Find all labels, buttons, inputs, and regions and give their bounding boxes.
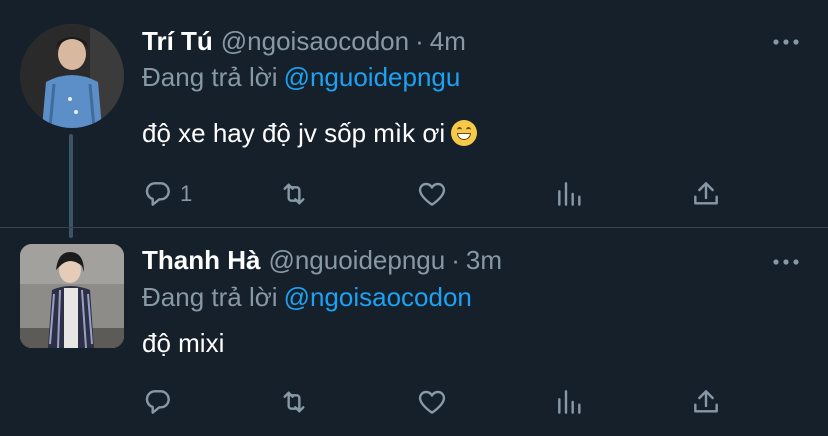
retweet-icon (283, 391, 305, 413)
retweet-button[interactable] (278, 382, 310, 422)
replying-to-label: Đang trả lời (142, 282, 278, 312)
bar-chart-icon (558, 182, 581, 206)
separator-dot: · (451, 245, 460, 275)
bar-chart-icon (558, 390, 581, 414)
tweet-text-content: độ mixi (142, 328, 225, 358)
share-button[interactable] (690, 174, 722, 214)
reply-icon (145, 390, 170, 414)
analytics-button[interactable] (554, 382, 586, 422)
replying-to-label: Đang trả lời (142, 62, 278, 92)
like-button[interactable] (416, 382, 448, 422)
avatar[interactable] (20, 24, 124, 128)
share-icon (694, 182, 718, 205)
heart-icon (418, 390, 446, 414)
mention-link[interactable]: @nguoidepngu (284, 62, 461, 92)
display-name[interactable]: Trí Tú (142, 26, 213, 56)
tweet-header: Trí Tú @ngoisaocodon · 4m (142, 25, 466, 57)
tweet[interactable]: Trí Tú @ngoisaocodon · 4m Đang trả lời @nguo… (0, 0, 828, 228)
replying-to: Đang trả lời @nguoidepngu (142, 61, 460, 93)
retweet-icon (283, 183, 305, 205)
tweet-text: độ xe hay độ jv sốp mìk ơi (142, 116, 478, 150)
tweet-header: Thanh Hà @nguoidepngu · 3m (142, 244, 502, 276)
tweet-text: độ mixi (142, 326, 224, 360)
share-icon (694, 390, 718, 413)
avatar-photo (20, 244, 124, 348)
avatar[interactable] (20, 244, 124, 348)
reply-button[interactable] (142, 382, 180, 422)
grinning-face-emoji (451, 120, 478, 146)
action-bar (0, 382, 828, 422)
tweet-text-content: độ xe hay độ jv sốp mìk ơi (142, 118, 446, 148)
reply-count: 1 (180, 181, 193, 206)
more-dots-icon[interactable] (772, 257, 800, 267)
like-button[interactable] (416, 174, 448, 214)
tweet[interactable]: Thanh Hà @nguoidepngu · 3m Đang trả lời @ngo… (0, 228, 828, 436)
more-dots-icon[interactable] (772, 37, 800, 47)
mention-link[interactable]: @ngoisaocodon (284, 282, 472, 312)
timestamp[interactable]: 4m (430, 26, 466, 56)
reply-button[interactable]: 1 (142, 174, 192, 214)
share-button[interactable] (690, 382, 722, 422)
user-handle[interactable]: @ngoisaocodon (221, 26, 409, 56)
timestamp[interactable]: 3m (466, 245, 502, 275)
separator-dot: · (415, 26, 424, 56)
heart-icon (418, 182, 446, 206)
retweet-button[interactable] (278, 174, 310, 214)
action-bar: 1 (0, 174, 828, 214)
reply-icon (145, 182, 170, 206)
display-name[interactable]: Thanh Hà (142, 245, 260, 275)
avatar-photo (20, 24, 124, 128)
user-handle[interactable]: @nguoidepngu (268, 245, 445, 275)
replying-to: Đang trả lời @ngoisaocodon (142, 281, 472, 313)
analytics-button[interactable] (554, 174, 586, 214)
